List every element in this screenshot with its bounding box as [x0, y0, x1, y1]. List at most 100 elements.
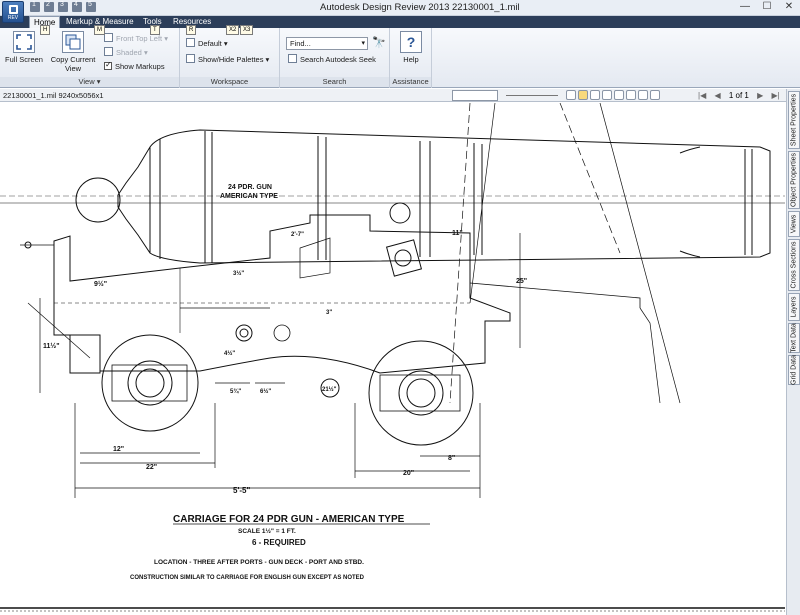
drawing-scale: SCALE 1½" = 1 FT.	[238, 527, 296, 535]
palette-layers[interactable]: Layers	[788, 293, 800, 321]
previous-page-icon[interactable]: ◀	[714, 91, 720, 100]
dim-9-5: 9½"	[94, 280, 107, 288]
page-indicator: 1 of 1	[728, 91, 749, 100]
binoculars-search-icon[interactable]: 🔭	[372, 36, 386, 49]
carriage-wheels	[101, 334, 474, 446]
dim-8: 8"	[448, 455, 455, 462]
help-button[interactable]: ? Help	[394, 31, 428, 64]
group-workspace-label: Workspace	[180, 77, 279, 87]
close-button[interactable]: ✕	[778, 0, 800, 15]
gun-label-1: 24 PDR. GUN	[228, 184, 272, 191]
shaded-button[interactable]: Shaded ▾	[104, 47, 148, 58]
minimize-button[interactable]: —	[734, 0, 756, 15]
checkbox-checked-icon	[104, 60, 112, 70]
palette-views[interactable]: Views	[788, 211, 800, 237]
keytip-x3: X3	[240, 25, 254, 35]
app-button-label: REV	[7, 15, 19, 21]
gun-label-2: AMERICAN TYPE	[220, 193, 278, 200]
title-bar: REV 1 2 3 4 5 Autodesk Design Review 201…	[0, 0, 800, 23]
group-assistance-label: Assistance	[390, 77, 431, 87]
app-logo-icon	[9, 5, 18, 14]
shaded-icon	[104, 47, 113, 56]
walk-icon[interactable]	[638, 90, 648, 100]
group-workspace: Default ▾ Show/Hide Palettes ▾ Workspace	[180, 28, 280, 88]
dim-2-7: 2'-7"	[291, 232, 304, 238]
dim-5-5: 5'-5"	[233, 486, 250, 495]
first-page-icon[interactable]: |◀	[698, 91, 706, 100]
drawing-canvas[interactable]: 24 PDR. GUN AMERICAN TYPE 9½" 11½" 12" 2…	[0, 103, 785, 615]
find-dropdown-icon[interactable]: ▾	[361, 38, 365, 49]
group-view-label: View ▾	[0, 77, 179, 87]
orbit-icon[interactable]	[626, 90, 636, 100]
side-palette-bar: Sheet Properties Object Properties Views…	[786, 89, 800, 615]
home-view-icon[interactable]	[566, 90, 576, 100]
maximize-button[interactable]: ☐	[756, 0, 778, 15]
copy-current-view-button[interactable]: Copy Current View	[48, 31, 98, 73]
drawing-required: 6 - REQUIRED	[252, 538, 306, 547]
search-seek-button[interactable]: Search Autodesk Seek	[288, 54, 376, 65]
keytip-tools: T	[150, 25, 160, 35]
dim-6-5: 6½"	[260, 388, 271, 395]
zoom-slider[interactable]	[506, 95, 558, 96]
pan-icon[interactable]	[578, 90, 588, 100]
dim-3: 3"	[326, 310, 332, 316]
full-screen-button[interactable]: Full Screen	[4, 31, 44, 64]
qat-save-icon[interactable]: 2	[44, 1, 54, 12]
application-menu-button[interactable]: REV	[2, 1, 24, 23]
dim-11: 11"	[452, 230, 463, 237]
last-page-icon[interactable]: ▶|	[772, 91, 780, 100]
carriage-bracket	[20, 202, 641, 374]
show-hide-palettes-button[interactable]: Show/Hide Palettes ▾	[186, 54, 269, 65]
dim-4-5: 4½"	[224, 350, 235, 357]
fit-to-window-icon[interactable]	[614, 90, 624, 100]
dim-21-5: 21½"	[322, 386, 337, 393]
full-screen-icon	[13, 31, 35, 53]
keytip-home: H	[40, 25, 51, 35]
qat-undo-icon[interactable]: 4	[72, 1, 82, 12]
help-icon: ?	[400, 31, 422, 53]
palette-object-properties[interactable]: Object Properties	[788, 151, 800, 209]
zoom-select[interactable]	[452, 90, 498, 101]
dim-5-3: 5¾"	[230, 388, 241, 395]
palette-text-data[interactable]: Text Data	[788, 323, 800, 353]
palette-grid-data[interactable]: Grid Data	[788, 355, 800, 385]
group-view: Full Screen Copy Current View Front Top …	[0, 28, 180, 88]
seek-icon	[288, 54, 297, 63]
canvas-toolbar: 22130001_1.mil 9240x5056x1 |◀ ◀ 1 of 1 ▶…	[0, 89, 800, 102]
workspace-icon	[186, 38, 195, 47]
keytip-markup: M	[94, 25, 105, 35]
full-screen-label: Full Screen	[5, 55, 43, 64]
window-controls: — ☐ ✕	[734, 0, 800, 15]
workspace-default-dropdown[interactable]: Default ▾	[186, 38, 228, 49]
window-title: Autodesk Design Review 2013 22130001_1.m…	[320, 2, 520, 13]
keytip-resources: R	[186, 25, 197, 35]
drawing-title: CARRIAGE FOR 24 PDR GUN - AMERICAN TYPE	[173, 514, 405, 525]
palette-sheet-properties[interactable]: Sheet Properties	[788, 91, 800, 149]
qat-print-icon[interactable]: 3	[58, 1, 68, 12]
keytip-x2: X2	[226, 25, 240, 35]
help-label: Help	[403, 55, 419, 64]
cannon-barrel	[0, 129, 785, 264]
page-navigator: |◀ ◀ 1 of 1 ▶ ▶|	[698, 89, 786, 102]
dim-20: 20"	[403, 470, 414, 477]
next-page-icon[interactable]: ▶	[757, 91, 763, 100]
qat-open-icon[interactable]: 1	[30, 1, 40, 12]
settings-icon[interactable]	[650, 90, 660, 100]
drawing-location: LOCATION - THREE AFTER PORTS - GUN DECK …	[154, 559, 364, 566]
palettes-icon	[186, 54, 195, 63]
qat-redo-icon[interactable]: 5	[86, 1, 96, 12]
drawing-construction: CONSTRUCTION SIMILAR TO CARRIAGE FOR ENG…	[130, 575, 365, 581]
dim-3-5: 3½"	[233, 270, 244, 277]
navigation-tools	[566, 90, 660, 100]
palette-cross-sections[interactable]: Cross Sections	[788, 239, 800, 291]
group-search-label: Search	[280, 77, 389, 87]
show-markups-checkbox[interactable]: Show Markups	[104, 60, 165, 72]
view-cube-icon	[104, 33, 113, 42]
ribbon-tabs: Home Markup & Measure Tools Resources	[0, 16, 800, 28]
dim-11-5: 11½"	[43, 342, 60, 350]
zoom-icon[interactable]	[590, 90, 600, 100]
cannon-carriage-drawing: 24 PDR. GUN AMERICAN TYPE 9½" 11½" 12" 2…	[0, 103, 785, 612]
group-assistance: ? Help Assistance	[390, 28, 432, 88]
find-input[interactable]: Find... ▾	[286, 37, 368, 50]
zoom-rectangle-icon[interactable]	[602, 90, 612, 100]
